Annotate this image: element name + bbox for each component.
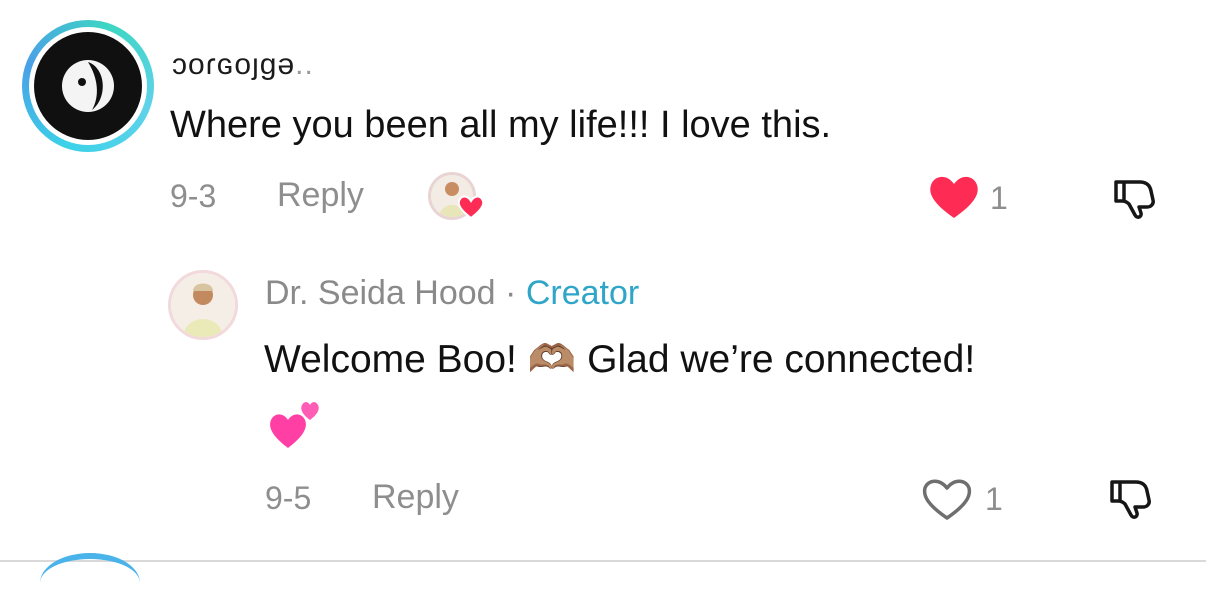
author-separator: ·: [495, 274, 526, 312]
reply-like-count: 1: [985, 481, 1003, 517]
reply-reply-button[interactable]: Reply: [372, 478, 459, 517]
creator-badge: Creator: [525, 274, 640, 312]
next-comment-avatar[interactable]: [40, 553, 140, 613]
comment-username[interactable]: ɔoɾɢoȷɡə..: [172, 48, 314, 82]
reply-text-part2: Glad we’re connected!: [576, 338, 976, 381]
creator-avatar-photo-icon: [171, 273, 235, 337]
username-text: ɔoɾɢoȷɡə: [172, 48, 296, 81]
reply-text-part1: Welcome Boo!: [264, 338, 528, 381]
reply-author-name[interactable]: Dr. Seida Hood: [265, 274, 496, 312]
divider: [0, 560, 1206, 562]
username-ellipsis: ..: [295, 48, 314, 81]
profile-avatar-icon: [62, 60, 114, 112]
reply-author-line[interactable]: Dr. Seida Hood · Creator: [265, 274, 639, 313]
reply-date: 9-5: [265, 480, 312, 516]
comment-date: 9-3: [170, 178, 217, 214]
dislike-icon[interactable]: [1110, 176, 1160, 220]
comment-like-count: 1: [990, 180, 1008, 216]
like-heart-outline-icon[interactable]: [920, 474, 974, 522]
like-heart-filled-icon[interactable]: [928, 172, 980, 220]
creator-avatar[interactable]: [168, 270, 238, 340]
comment-reply-button[interactable]: Reply: [277, 176, 364, 215]
heart-hands-emoji-icon: 🫶🏽: [527, 338, 577, 381]
creator-liked-heart-icon: [457, 195, 485, 220]
reply-text: Welcome Boo! 🫶🏽 Glad we’re connected!: [264, 336, 975, 382]
commenter-avatar[interactable]: [22, 20, 154, 152]
reply-dislike-icon[interactable]: [1106, 476, 1156, 520]
comment-text: Where you been all my life!!! I love thi…: [170, 104, 832, 146]
two-hearts-emoji-icon: [268, 396, 324, 457]
